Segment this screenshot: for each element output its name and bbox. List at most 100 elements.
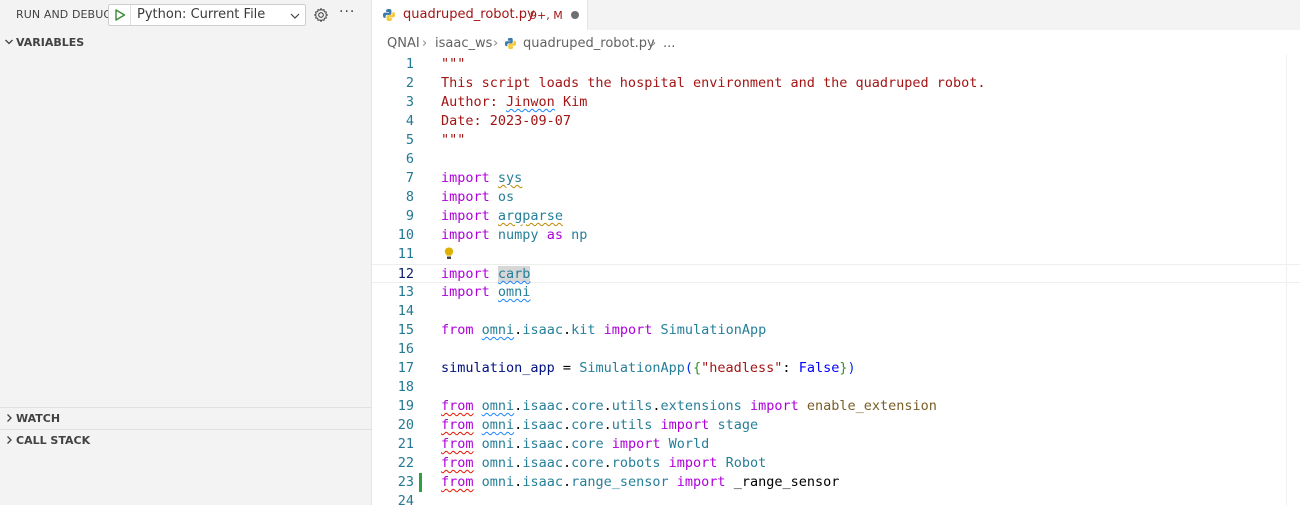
breadcrumb-folder[interactable]: isaac_ws	[435, 36, 492, 51]
code-token: omni	[481, 322, 515, 338]
code-token: .	[603, 398, 612, 414]
code-line[interactable]: 13 import omni	[372, 283, 1300, 302]
line-number: 20	[397, 417, 414, 433]
code-line[interactable]: 17 simulation_app = SimulationApp({"headl…	[372, 359, 1300, 378]
chevron-down-icon	[5, 39, 13, 45]
line-number: 22	[397, 455, 414, 471]
code-token: enable_extension	[806, 398, 937, 414]
code-line[interactable]: 24	[372, 492, 1300, 511]
code-line[interactable]: 9 import argparse	[372, 207, 1300, 226]
code-line[interactable]: 3 Author: Jinwon Kim	[372, 93, 1300, 112]
line-number: 3	[405, 94, 414, 110]
code-token: utils	[611, 398, 653, 414]
code-token: from	[441, 322, 474, 338]
code-line[interactable]: 8 import os	[372, 188, 1300, 207]
code-token: SimulationApp	[660, 322, 767, 338]
git-modified-indicator[interactable]	[419, 473, 422, 492]
code-token: import	[749, 398, 799, 414]
code-line[interactable]: 4 Date: 2023-09-07	[372, 112, 1300, 131]
code-text: from omni.isaac.core.utils.extensions im…	[441, 398, 937, 414]
code-token: omni	[481, 417, 515, 433]
code-text: from omni.isaac.range_sensor import _ran…	[441, 474, 839, 490]
tab-quadruped-robot[interactable]: quadruped_robot.py 9+, M	[372, 0, 588, 30]
code-token: as	[546, 227, 563, 243]
code-token: import	[603, 322, 653, 338]
open-launch-json-button[interactable]	[313, 7, 329, 23]
code-token: os	[497, 189, 515, 205]
chevron-down-icon	[290, 13, 300, 19]
play-icon	[115, 9, 126, 21]
code-line[interactable]: 15 from omni.isaac.kit import SimulationA…	[372, 321, 1300, 340]
breadcrumb-more[interactable]: ...	[663, 36, 675, 51]
line-number: 8	[405, 189, 414, 205]
code-token: np	[571, 227, 588, 243]
code-line[interactable]: 1 """	[372, 55, 1300, 74]
code-token: omni	[481, 436, 515, 452]
lightbulb-icon[interactable]	[442, 246, 456, 262]
code-text: This script loads the hospital environme…	[441, 75, 986, 91]
code-token: from	[441, 436, 474, 452]
code-text: from omni.isaac.kit import SimulationApp	[441, 322, 766, 338]
code-line[interactable]: 2 This script loads the hospital environm…	[372, 74, 1300, 93]
watch-section-header[interactable]: WATCH	[0, 407, 372, 429]
code-token: {	[693, 360, 702, 376]
code-text: """	[441, 56, 465, 72]
breadcrumb-file[interactable]: quadruped_robot.py	[523, 36, 655, 51]
code-line[interactable]: 22 from omni.isaac.core.robots import Rob…	[372, 454, 1300, 473]
breadcrumb-root[interactable]: QNAI	[387, 36, 420, 51]
watch-section-label: WATCH	[16, 412, 61, 425]
code-line[interactable]: 20 from omni.isaac.core.utils import stag…	[372, 416, 1300, 435]
code-text: import omni	[441, 284, 530, 300]
code-line[interactable]: 16	[372, 340, 1300, 359]
unsaved-dot-icon[interactable]	[571, 11, 579, 19]
variables-section-header[interactable]: VARIABLES	[0, 32, 372, 54]
python-file-icon	[504, 37, 517, 50]
code-line[interactable]: 21 from omni.isaac.core import World	[372, 435, 1300, 454]
more-actions-button[interactable]: ···	[339, 4, 355, 20]
code-line[interactable]: 18	[372, 378, 1300, 397]
code-text: import numpy as np	[441, 227, 587, 243]
line-number: 1	[405, 56, 414, 72]
code-line[interactable]: 6	[372, 150, 1300, 169]
code-text: import os	[441, 189, 514, 205]
python-file-icon	[383, 9, 395, 21]
code-token: import	[441, 208, 490, 224]
code-token: _range_sensor	[733, 474, 840, 490]
code-token: core	[571, 436, 604, 452]
variables-section-label: VARIABLES	[16, 36, 85, 49]
code-line[interactable]: 10 import numpy as np	[372, 226, 1300, 245]
code-token: import	[441, 170, 490, 186]
code-token: from	[441, 398, 474, 414]
code-token: from	[441, 417, 474, 433]
code-line[interactable]: 12 import carb	[372, 264, 1300, 283]
code-line[interactable]: 7 import sys	[372, 169, 1300, 188]
code-line[interactable]: 14	[372, 302, 1300, 321]
code-line[interactable]: 19 from omni.isaac.core.utils.extensions …	[372, 397, 1300, 416]
code-line[interactable]: 5 """	[372, 131, 1300, 150]
line-number: 5	[405, 132, 414, 148]
launch-config-select[interactable]: Python: Current File	[108, 4, 306, 26]
start-debugging-button[interactable]	[109, 5, 131, 25]
call-stack-section-header[interactable]: CALL STACK	[0, 429, 372, 451]
vertical-scrollbar[interactable]	[1286, 55, 1300, 505]
code-text: import carb	[441, 266, 531, 282]
code-token: argparse	[497, 208, 563, 224]
code-token: kit	[571, 322, 596, 338]
code-line[interactable]: 23 from omni.isaac.range_sensor import _r…	[372, 473, 1300, 492]
code-line[interactable]: 11	[372, 245, 1300, 264]
breadcrumb-separator: ›	[422, 36, 428, 51]
tab-title: quadruped_robot.py	[403, 7, 535, 22]
code-token: omni	[481, 474, 515, 490]
